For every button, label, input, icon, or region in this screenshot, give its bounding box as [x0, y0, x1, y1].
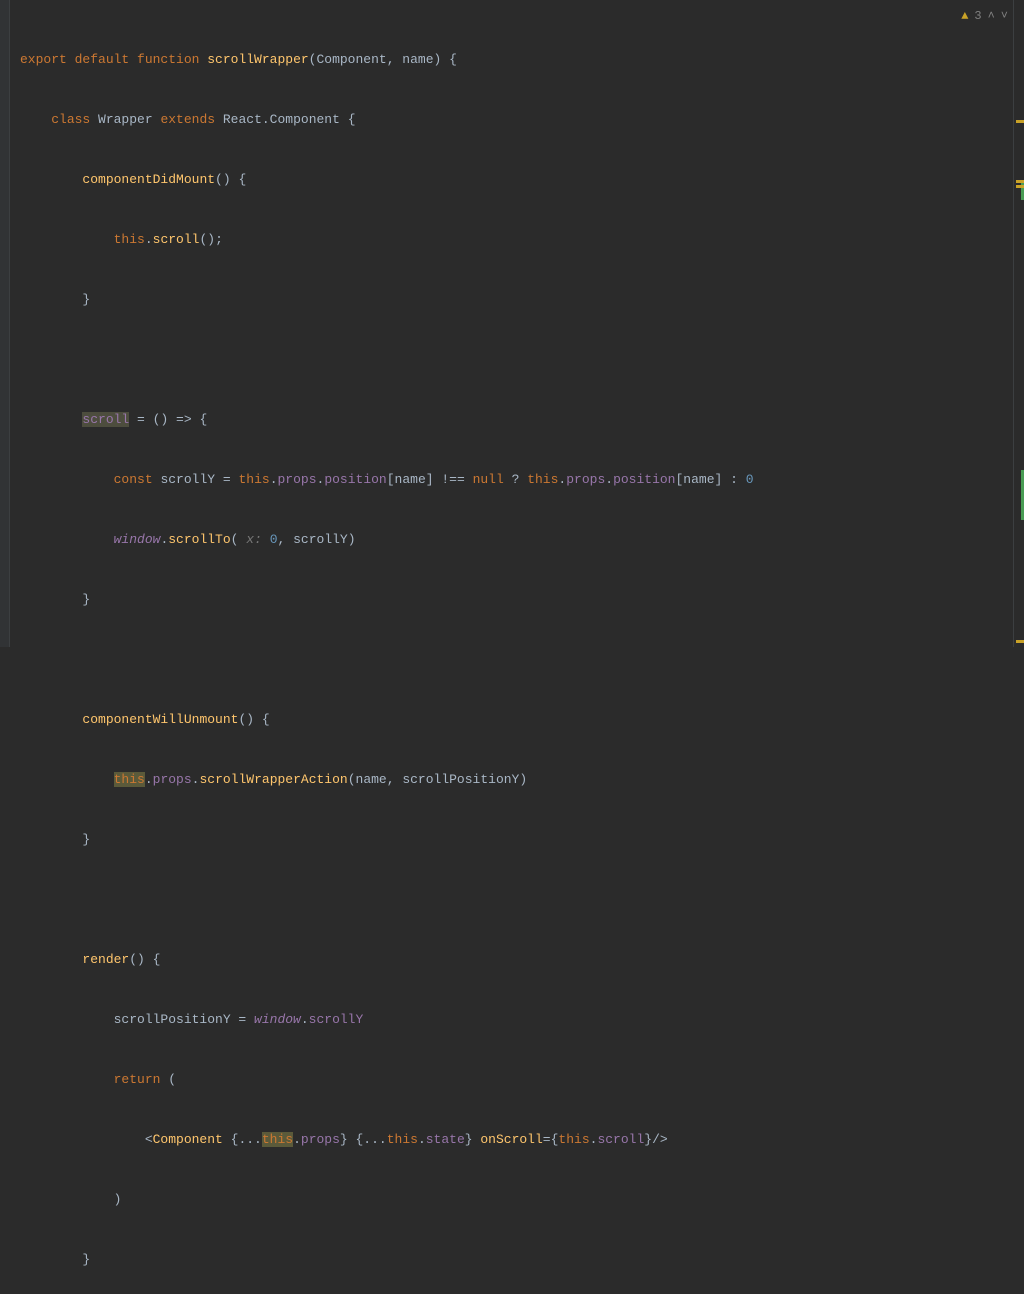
scroll-mark[interactable] [1016, 185, 1024, 188]
code-line[interactable]: } [16, 290, 1024, 310]
scroll-mark[interactable] [1016, 180, 1024, 183]
code-line[interactable]: const scrollY = this.props.position[name… [16, 470, 1024, 490]
code-line[interactable]: } [16, 830, 1024, 850]
scroll-mark[interactable] [1016, 120, 1024, 123]
code-line[interactable]: return ( [16, 1070, 1024, 1090]
code-line[interactable]: export default function scrollWrapper(Co… [16, 50, 1024, 70]
code-line[interactable]: componentDidMount() { [16, 170, 1024, 190]
code-editor[interactable]: export default function scrollWrapper(Co… [0, 0, 1024, 647]
code-line[interactable]: componentWillUnmount() { [16, 710, 1024, 730]
warning-icon: ▲ [961, 6, 968, 26]
code-line[interactable]: ) [16, 1190, 1024, 1210]
code-line[interactable]: this.scroll(); [16, 230, 1024, 250]
code-line[interactable] [16, 650, 1024, 670]
code-line[interactable]: } [16, 590, 1024, 610]
scroll-mark[interactable] [1016, 640, 1024, 643]
code-line[interactable]: scrollPositionY = window.scrollY [16, 1010, 1024, 1030]
code-line[interactable]: window.scrollTo( x: 0, scrollY) [16, 530, 1024, 550]
prev-highlight-icon[interactable]: ˄ [988, 6, 995, 26]
scroll-marker-bar[interactable] [1014, 0, 1024, 647]
code-content[interactable]: export default function scrollWrapper(Co… [16, 10, 1024, 1294]
inspection-status[interactable]: ▲ 3 ˄ ˅ [961, 6, 1008, 26]
code-line[interactable] [16, 890, 1024, 910]
next-highlight-icon[interactable]: ˅ [1001, 6, 1008, 26]
code-line[interactable]: class Wrapper extends React.Component { [16, 110, 1024, 130]
code-line[interactable] [16, 350, 1024, 370]
warning-count: 3 [974, 6, 981, 26]
code-line[interactable]: } [16, 1250, 1024, 1270]
code-line[interactable]: <Component {...this.props} {...this.stat… [16, 1130, 1024, 1150]
code-line[interactable]: scroll = () => { [16, 410, 1024, 430]
code-line[interactable]: this.props.scrollWrapperAction(name, scr… [16, 770, 1024, 790]
code-line[interactable]: render() { [16, 950, 1024, 970]
